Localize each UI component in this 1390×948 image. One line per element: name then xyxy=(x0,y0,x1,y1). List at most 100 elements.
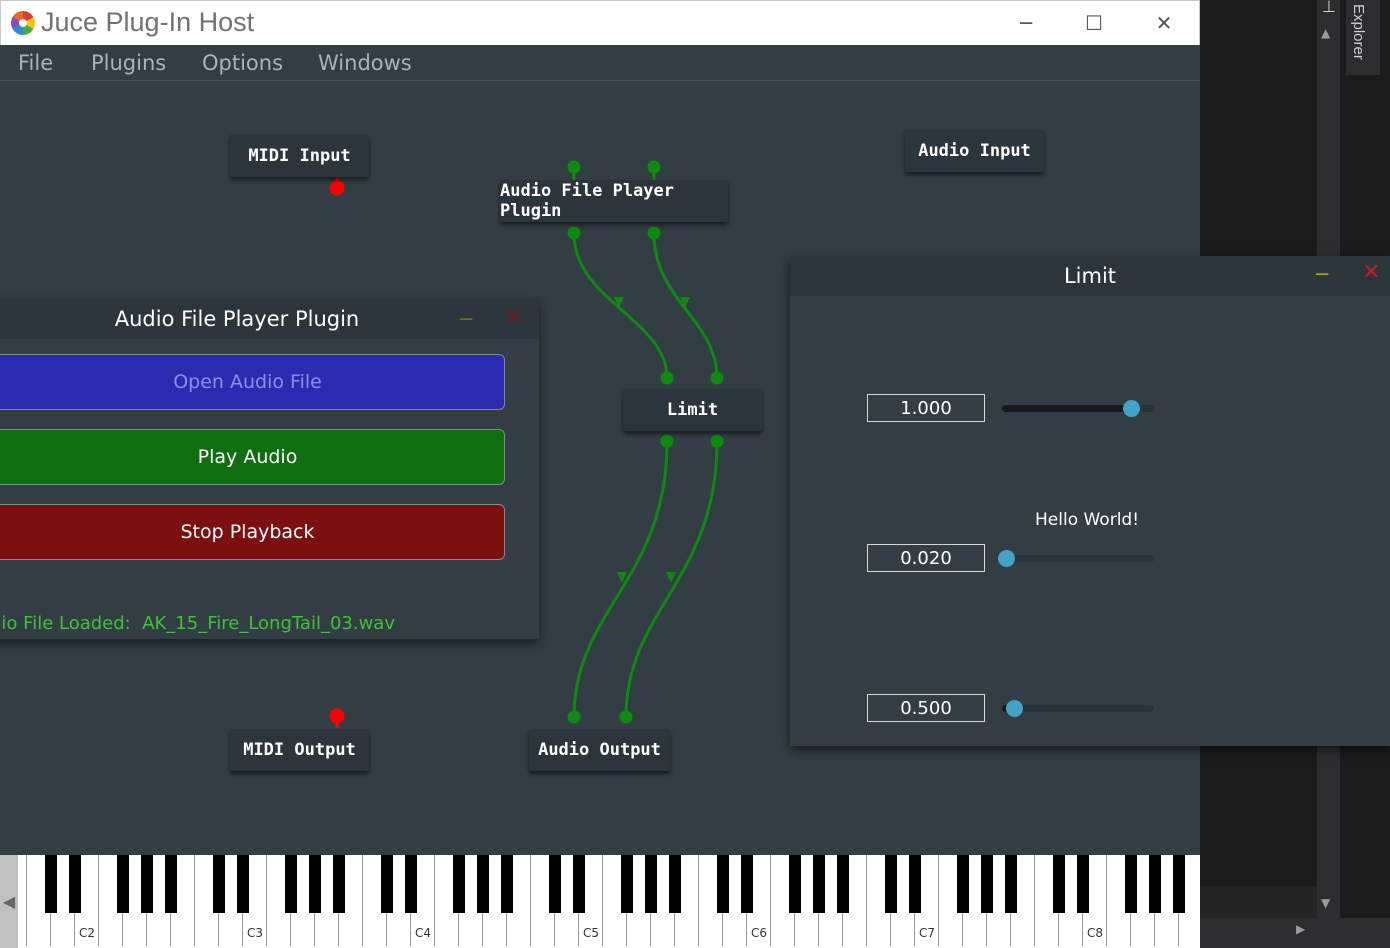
black-key[interactable] xyxy=(213,855,225,913)
black-key[interactable] xyxy=(405,855,417,913)
midi-input-pin[interactable] xyxy=(329,708,345,724)
black-key[interactable] xyxy=(381,855,393,913)
black-key[interactable] xyxy=(1173,855,1185,913)
slider-fill xyxy=(1002,405,1132,412)
black-key[interactable] xyxy=(501,855,513,913)
black-key[interactable] xyxy=(645,855,657,913)
black-key[interactable] xyxy=(981,855,993,913)
plugin-host-window: Juce Plug-In Host ─ ☐ ✕ File Plugins Opt… xyxy=(0,0,1390,948)
explorer-tab-label: Explorer xyxy=(1350,4,1367,60)
black-key[interactable] xyxy=(1149,855,1161,913)
black-key[interactable] xyxy=(573,855,585,913)
black-key[interactable] xyxy=(957,855,969,913)
play-audio-button[interactable]: Play Audio xyxy=(0,429,505,485)
parameter-slider[interactable] xyxy=(1002,700,1154,717)
slider-thumb[interactable] xyxy=(998,550,1016,567)
open-audio-file-button[interactable]: Open Audio File xyxy=(0,354,505,410)
node-midi-output[interactable]: MIDI Output xyxy=(230,729,369,771)
stop-playback-button[interactable]: Stop Playback xyxy=(0,504,505,560)
black-key[interactable] xyxy=(165,855,177,913)
black-key[interactable] xyxy=(309,855,321,913)
scroll-down-arrow-icon[interactable]: ▼ xyxy=(1321,896,1330,910)
panel-header[interactable]: Limit ─ ✕ xyxy=(790,256,1390,296)
audio-output-pin[interactable] xyxy=(647,226,661,240)
scroll-up-arrow-icon[interactable]: ▲ xyxy=(1321,26,1330,40)
node-label: Audio Output xyxy=(538,740,661,760)
octave-label: C2 xyxy=(79,926,96,940)
node-label: Limit xyxy=(666,400,719,420)
node-limit[interactable]: Limit xyxy=(623,389,762,431)
audio-output-pin[interactable] xyxy=(710,434,724,448)
node-audio-file-player[interactable]: Audio File Player Plugin xyxy=(500,180,728,222)
black-key[interactable] xyxy=(621,855,633,913)
scroll-right-arrow-icon[interactable]: ▶ xyxy=(1296,922,1305,936)
pin-icon[interactable]: ⊥ xyxy=(1320,0,1338,16)
black-key[interactable] xyxy=(285,855,297,913)
node-label: MIDI Output xyxy=(243,740,356,760)
audio-input-pin[interactable] xyxy=(567,710,581,724)
ide-horizontal-scrollbar[interactable] xyxy=(1200,918,1390,948)
node-label: Audio File Player Plugin xyxy=(500,181,674,221)
black-key[interactable] xyxy=(1125,855,1137,913)
black-key[interactable] xyxy=(813,855,825,913)
black-key[interactable] xyxy=(789,855,801,913)
slider-value-box[interactable]: 1.000 xyxy=(867,394,985,422)
audio-output-pin[interactable] xyxy=(567,226,581,240)
parameter-slider[interactable] xyxy=(998,550,1154,567)
octave-label: C7 xyxy=(919,926,936,940)
black-key[interactable] xyxy=(141,855,153,913)
audio-output-pin[interactable] xyxy=(660,434,674,448)
black-key[interactable] xyxy=(1053,855,1065,913)
black-key[interactable] xyxy=(333,855,345,913)
black-key[interactable] xyxy=(1077,855,1089,913)
black-key[interactable] xyxy=(717,855,729,913)
audio-input-pin[interactable] xyxy=(619,710,633,724)
parameter-slider[interactable] xyxy=(1002,400,1154,417)
close-icon[interactable]: ✕ xyxy=(505,305,523,330)
audio-input-pin[interactable] xyxy=(710,371,724,385)
slider-value-box[interactable]: 0.020 xyxy=(867,544,985,572)
ide-panel-strip xyxy=(1200,886,1317,918)
black-key[interactable] xyxy=(69,855,81,913)
black-key[interactable] xyxy=(477,855,489,913)
slider-thumb[interactable] xyxy=(1122,400,1140,417)
octave-label: C6 xyxy=(751,926,768,940)
black-key[interactable] xyxy=(549,855,561,913)
black-key[interactable] xyxy=(669,855,681,913)
midi-output-pin[interactable] xyxy=(329,180,345,196)
black-key[interactable] xyxy=(45,855,57,913)
node-audio-input[interactable]: Audio Input xyxy=(905,130,1044,172)
black-key[interactable] xyxy=(741,855,753,913)
octave-label: C4 xyxy=(415,926,432,940)
audio-input-pin[interactable] xyxy=(660,371,674,385)
keyboard-scroll-left-icon[interactable]: ◀ xyxy=(0,855,18,948)
limit-window: Limit ─ ✕ 1.000 Hello World! 0.020 0.500 xyxy=(790,256,1390,746)
file-loaded-status: dio File Loaded: AK_15_Fire_LongTail_03.… xyxy=(0,613,395,634)
slider-value-box[interactable]: 0.500 xyxy=(867,694,985,722)
flow-arrow-icon xyxy=(666,572,676,583)
black-key[interactable] xyxy=(909,855,921,913)
node-label: Audio Input xyxy=(918,141,1031,161)
black-key[interactable] xyxy=(117,855,129,913)
connection-afp-left-to-limit[interactable] xyxy=(572,233,669,379)
audio-input-pin[interactable] xyxy=(567,160,581,174)
audio-file-player-window: Audio File Player Plugin ─ ✕ Open Audio … xyxy=(0,299,539,639)
node-midi-input[interactable]: MIDI Input xyxy=(230,135,369,177)
black-key[interactable] xyxy=(885,855,897,913)
node-audio-output[interactable]: Audio Output xyxy=(529,729,670,771)
black-key[interactable] xyxy=(453,855,465,913)
close-icon[interactable]: ✕ xyxy=(1362,260,1380,285)
hello-label: Hello World! xyxy=(1035,510,1140,530)
minimize-icon[interactable]: ─ xyxy=(1316,262,1328,286)
panel-title: Limit xyxy=(1063,264,1117,288)
minimize-icon[interactable]: ─ xyxy=(460,307,472,331)
midi-keyboard[interactable]: ◀ C2 C3 C4 C5 C6 C7 C8 xyxy=(0,855,1200,948)
panel-header[interactable]: Audio File Player Plugin ─ ✕ xyxy=(0,299,539,339)
panel-title: Audio File Player Plugin xyxy=(114,307,360,331)
black-key[interactable] xyxy=(837,855,849,913)
slider-thumb[interactable] xyxy=(1005,700,1023,717)
audio-input-pin[interactable] xyxy=(647,160,661,174)
black-key[interactable] xyxy=(237,855,249,913)
octave-label: C5 xyxy=(583,926,600,940)
black-key[interactable] xyxy=(1005,855,1017,913)
